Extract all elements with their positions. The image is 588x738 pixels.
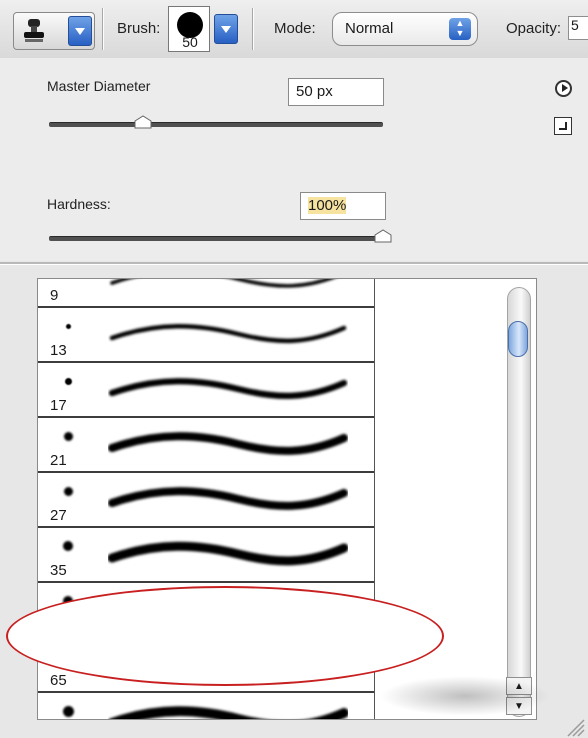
brush-tip-icon xyxy=(63,541,73,551)
annotation-ellipse xyxy=(6,586,444,686)
annotation-shadow xyxy=(380,676,550,716)
brush-size: 50 xyxy=(182,34,198,50)
up-down-arrows-icon: ▲ ▼ xyxy=(449,18,471,40)
stroke-preview xyxy=(110,279,334,288)
brush-tip-icon xyxy=(63,486,73,496)
brush-preset-preview[interactable]: 50 xyxy=(168,6,210,52)
brush-preset-row[interactable]: 17 xyxy=(38,363,374,418)
brush-preset-row[interactable]: 35 xyxy=(38,528,374,583)
brush-size-label: 35 xyxy=(50,562,67,579)
brush-preset-row[interactable]: 21 xyxy=(38,418,374,473)
brush-picker-dropdown[interactable] xyxy=(214,14,238,44)
new-preset-icon[interactable] xyxy=(554,117,572,135)
master-diameter-label: Master Diameter xyxy=(47,78,151,94)
options-toolbar: Brush: 50 Mode: Normal ▲ ▼ Opacity: 5 xyxy=(0,0,588,59)
flyout-menu-icon[interactable] xyxy=(555,80,572,97)
stroke-preview xyxy=(109,706,348,719)
tool-preset-dropdown[interactable] xyxy=(68,16,92,46)
resize-grip-icon[interactable] xyxy=(562,716,586,738)
tool-preset-picker[interactable] xyxy=(13,12,95,50)
master-diameter-slider[interactable] xyxy=(49,122,383,127)
toolbar-separator xyxy=(252,8,253,50)
stroke-preview xyxy=(108,487,348,510)
mode-select[interactable]: Normal ▲ ▼ xyxy=(332,12,478,46)
master-diameter-slider-thumb[interactable] xyxy=(134,115,152,129)
clone-stamp-icon xyxy=(24,19,44,42)
hardness-value: 100% xyxy=(308,197,347,214)
brush-tip-icon xyxy=(65,323,71,329)
stroke-preview xyxy=(108,541,348,566)
brush-size-label: 13 xyxy=(50,342,67,359)
scrollbar-thumb[interactable] xyxy=(508,321,528,357)
stroke-preview xyxy=(108,432,348,455)
brush-preset-row[interactable]: 9 xyxy=(38,279,374,308)
brush-tip-icon xyxy=(63,431,73,441)
hardness-input[interactable]: 100% xyxy=(300,192,386,220)
opacity-label: Opacity: xyxy=(506,20,562,37)
brush-size-label: 9 xyxy=(50,287,59,304)
panel-divider xyxy=(0,262,588,264)
brush-preset-row[interactable]: 27 xyxy=(38,473,374,528)
brush-tip-icon xyxy=(64,377,72,385)
hardness-slider-thumb[interactable] xyxy=(374,229,392,243)
brush-size-label: 21 xyxy=(50,452,67,469)
brush-label: Brush: xyxy=(117,20,161,37)
master-diameter-input[interactable]: 50 px xyxy=(288,78,384,106)
brush-options-panel: Master Diameter 50 px Hardness: 100% xyxy=(0,58,588,261)
brush-size-label: 27 xyxy=(50,507,67,524)
brush-preset-row[interactable] xyxy=(38,693,374,719)
brush-tip-icon xyxy=(62,705,74,717)
hardness-slider[interactable] xyxy=(49,236,383,241)
brush-size-label: 17 xyxy=(50,397,67,414)
mode-value: Normal xyxy=(345,20,394,37)
opacity-input[interactable]: 5 xyxy=(568,16,588,40)
mode-label: Mode: xyxy=(274,20,316,37)
toolbar-separator xyxy=(102,8,103,50)
stroke-preview xyxy=(108,378,348,400)
brush-preset-row[interactable]: 13 xyxy=(38,308,374,363)
stroke-preview xyxy=(109,324,347,344)
brush-size-label: 65 xyxy=(50,672,67,689)
hardness-label: Hardness: xyxy=(47,196,111,212)
